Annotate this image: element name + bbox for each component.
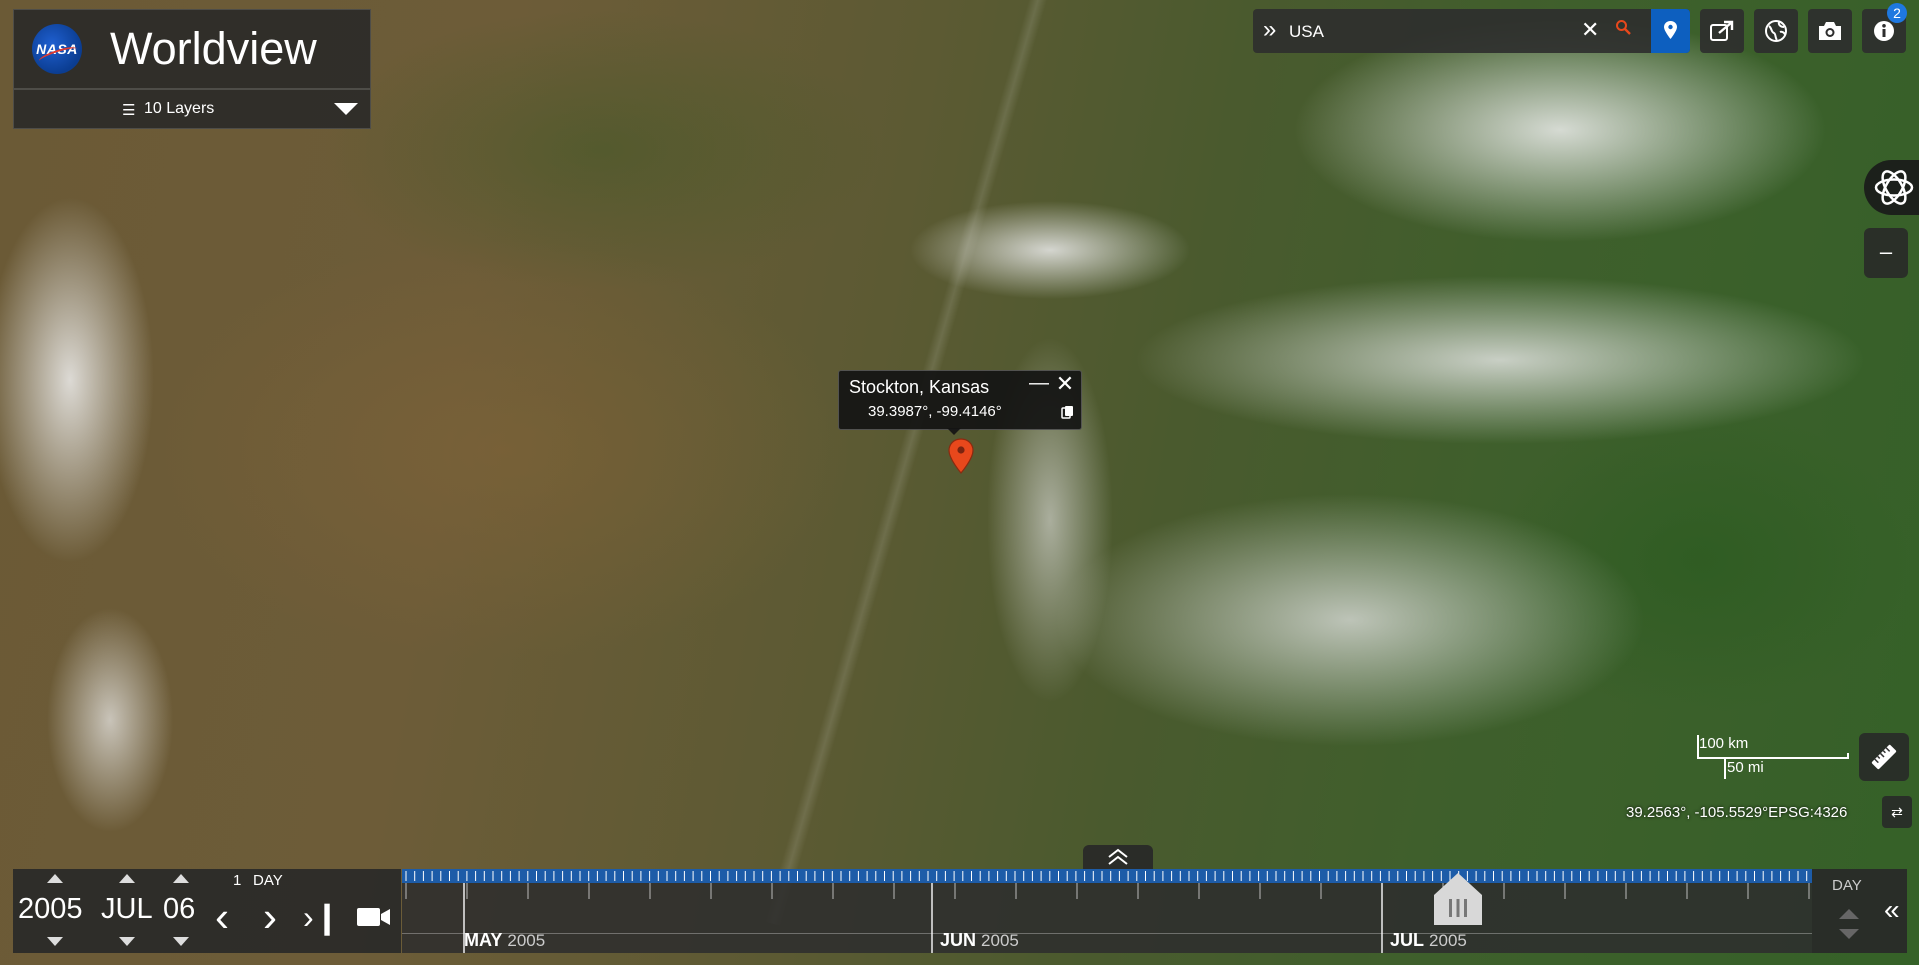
scale-metric: 100 km (1699, 735, 1749, 752)
day-down-arrow[interactable] (173, 937, 189, 946)
month-down-arrow[interactable] (119, 937, 135, 946)
next-date-button[interactable]: › (263, 896, 277, 938)
date-year[interactable]: 2005 (18, 893, 83, 926)
year-up-arrow[interactable] (47, 874, 63, 883)
copy-icon[interactable] (1061, 405, 1075, 419)
chevron-up-double-icon (1108, 848, 1128, 865)
layers-toggle[interactable]: ☰ 10 Layers (13, 89, 371, 129)
swath-edge (764, 0, 1058, 927)
layers-count: 10 Layers (144, 100, 215, 117)
popup-pointer (947, 428, 961, 435)
cursor-coordinates[interactable]: 39.2563°, -105.5529°EPSG:4326 (1626, 804, 1847, 821)
video-icon[interactable] (356, 905, 392, 929)
interval-unit[interactable]: DAY (253, 872, 283, 889)
scale-imperial: 50 mi (1727, 759, 1764, 776)
popup-coordinates: 39.3987°, -99.4146° (868, 403, 1002, 420)
layers-icon: ☰ (122, 102, 136, 119)
cursor-projection: EPSG:4326 (1768, 804, 1848, 821)
rotate-3d-button[interactable] (1864, 160, 1919, 215)
info-icon (1874, 21, 1894, 41)
search-input[interactable] (1287, 17, 1591, 47)
jump-to-latest-button[interactable]: ›❙ (303, 899, 340, 935)
timeline-zoom-level[interactable]: DAY (1832, 877, 1862, 894)
cursor-latlon: 39.2563°, -105.5529° (1626, 804, 1769, 821)
minimize-icon[interactable]: — (1027, 373, 1051, 397)
location-marker-icon[interactable] (947, 437, 975, 475)
map-pin-icon (1664, 21, 1677, 39)
coordinate-format-button[interactable]: ⇄ (1882, 796, 1912, 828)
zoom-level-up-arrow[interactable] (1839, 909, 1859, 919)
info-badge: 2 (1887, 3, 1907, 23)
timeline-month-jul: JUL 2005 (1390, 930, 1467, 950)
timeline-date-handle[interactable] (1430, 869, 1486, 929)
search-zoom-icon[interactable] (1615, 19, 1631, 35)
zoom-out-button[interactable]: – (1864, 228, 1908, 278)
scale-bar: 100 km 50 mi (1697, 735, 1849, 780)
timeline-ticks (405, 871, 1810, 953)
map-pin-button[interactable] (1651, 9, 1690, 53)
previous-date-button[interactable]: ‹ (215, 896, 229, 938)
date-day[interactable]: 06 (163, 893, 195, 926)
brand-panel: NASA Worldview (13, 9, 371, 89)
zoom-level-down-arrow[interactable] (1839, 929, 1859, 939)
popup-place-name: Stockton, Kansas (849, 377, 990, 397)
share-button[interactable] (1700, 9, 1744, 53)
location-popup: Stockton, Kansas 39.3987°, -99.4146° — ✕ (838, 370, 1082, 430)
timeline-zoom-panel: DAY « (1812, 869, 1907, 953)
nasa-logo[interactable]: NASA (32, 24, 82, 74)
camera-icon (1819, 22, 1841, 40)
interval-value[interactable]: 1 (233, 872, 241, 889)
timeline[interactable]: MAY 2005 JUN 2005 JUL 2005 (402, 869, 1812, 953)
month-up-arrow[interactable] (119, 874, 135, 883)
share-icon (1710, 20, 1734, 41)
caret-down-icon[interactable] (334, 103, 358, 115)
ruler-icon (1871, 744, 1897, 770)
date-month[interactable]: JUL (101, 893, 153, 926)
search-bar: » ✕ (1253, 9, 1690, 53)
popup-close-icon[interactable]: ✕ (1053, 373, 1077, 397)
year-down-arrow[interactable] (47, 937, 63, 946)
chevron-right-double-icon[interactable]: » (1263, 17, 1276, 43)
timeline-expand-tab[interactable] (1083, 845, 1153, 869)
snapshot-button[interactable] (1808, 9, 1852, 53)
swap-icon: ⇄ (1891, 804, 1903, 820)
close-icon[interactable]: ✕ (1581, 17, 1599, 43)
timeline-collapse-icon[interactable]: « (1884, 895, 1900, 925)
date-selector: 2005 JUL 06 1 DAY ‹ › ›❙ (13, 869, 401, 953)
timeline-month-may: MAY 2005 (464, 930, 546, 950)
day-up-arrow[interactable] (173, 874, 189, 883)
app-title: Worldview (110, 23, 317, 74)
rotate-3d-icon (1874, 170, 1914, 205)
projection-button[interactable] (1754, 9, 1798, 53)
timeline-baseline (402, 933, 1812, 934)
minus-icon: – (1879, 239, 1893, 264)
timeline-month-jun: JUN 2005 (940, 930, 1019, 950)
measure-button[interactable] (1859, 733, 1909, 781)
globe-icon (1765, 20, 1787, 42)
